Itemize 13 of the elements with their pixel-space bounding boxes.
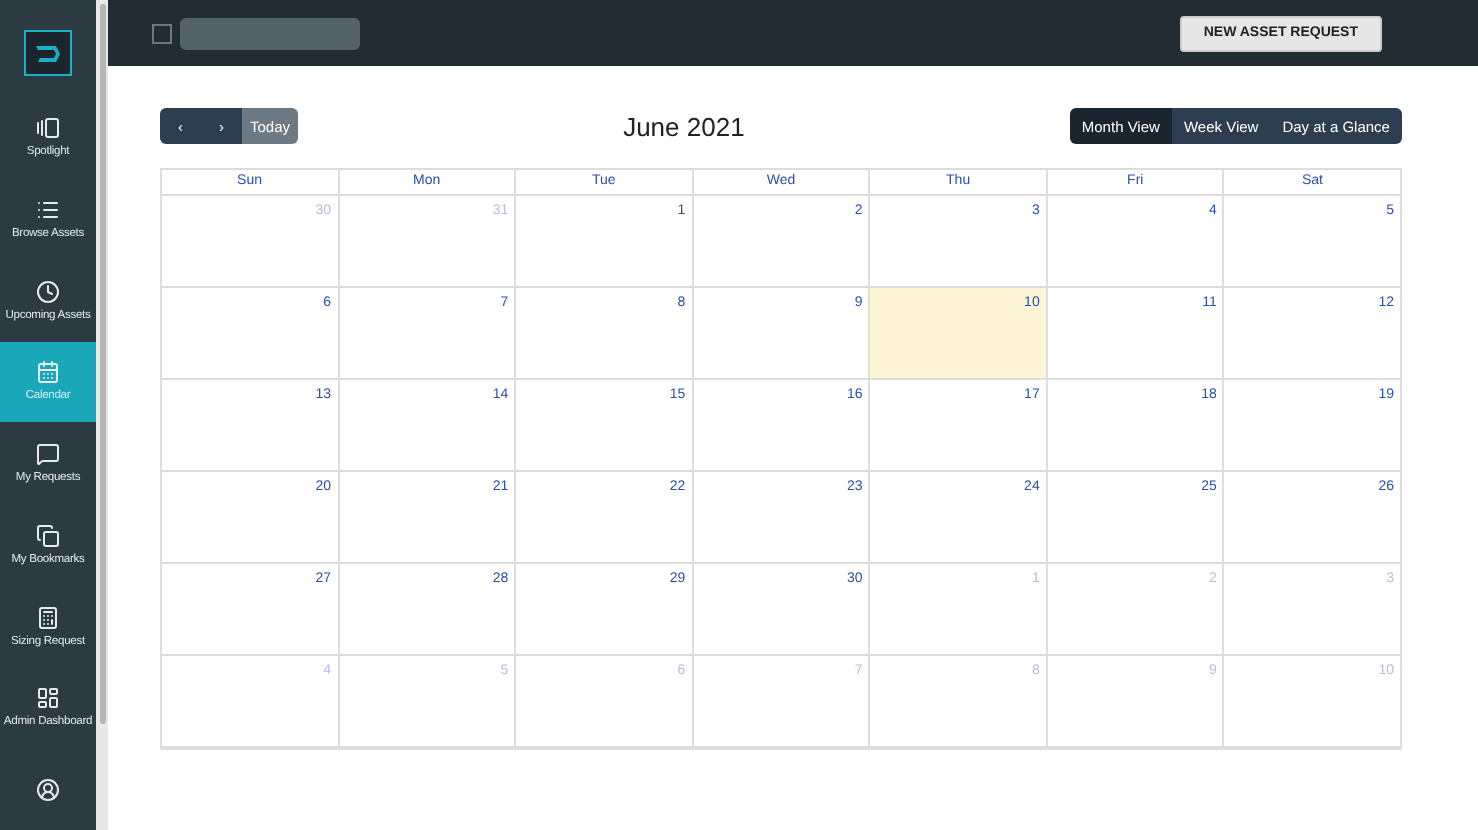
search-field[interactable]	[180, 17, 360, 49]
bookmarks-icon	[36, 523, 60, 548]
user-icon	[36, 777, 60, 802]
month-title: June 2021	[623, 111, 745, 141]
clock-icon	[36, 279, 60, 304]
dashboard-icon	[36, 686, 60, 711]
calculator-icon	[36, 605, 60, 630]
logo-icon	[24, 30, 72, 77]
calendar-icon	[36, 360, 60, 385]
checkbox[interactable]	[152, 23, 172, 43]
stacked-cards-icon	[36, 116, 60, 141]
chat-bubble-icon	[36, 442, 60, 467]
scrollbar-thumb[interactable]	[99, 4, 105, 724]
